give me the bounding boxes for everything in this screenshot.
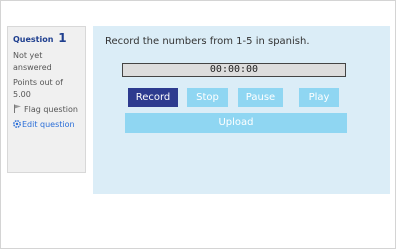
edit-question-link[interactable]: Edit question — [13, 119, 81, 131]
question-content: Record the numbers from 1-5 in spanish. … — [93, 26, 390, 194]
question-label: Question — [13, 35, 54, 44]
edit-question-label: Edit question — [22, 120, 75, 129]
flag-question-label: Flag question — [24, 105, 78, 114]
question-state: Not yet answered — [13, 51, 52, 72]
flag-icon — [13, 104, 22, 113]
question-text: Record the numbers from 1-5 in spanish. — [105, 36, 310, 47]
upload-button[interactable]: Upload — [125, 113, 347, 133]
question-grade: Points out of 5.00 — [13, 78, 63, 99]
record-button[interactable]: Record — [128, 88, 178, 107]
question-info-panel: Question 1 Not yet answered Points out o… — [7, 26, 86, 173]
gear-icon — [13, 120, 21, 128]
question-number: Question 1 — [13, 32, 81, 46]
stop-button[interactable]: Stop — [187, 88, 228, 107]
recording-timer: 00:00:00 — [122, 63, 346, 77]
question-frame: Question 1 Not yet answered Points out o… — [0, 0, 396, 249]
flag-question-toggle[interactable]: Flag question — [13, 104, 81, 116]
question-number-value: 1 — [58, 31, 67, 45]
pause-button[interactable]: Pause — [238, 88, 283, 107]
play-button[interactable]: Play — [299, 88, 339, 107]
